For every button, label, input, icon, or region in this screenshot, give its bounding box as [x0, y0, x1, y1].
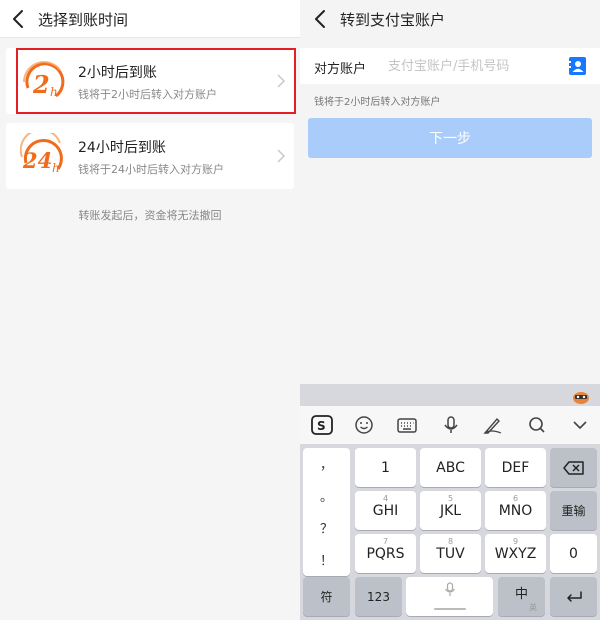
key-label: MNO	[498, 502, 533, 519]
irrevocable-note: 转账发起后，资金将无法撤回	[78, 209, 222, 222]
backspace-icon	[562, 460, 584, 475]
back-icon[interactable]	[8, 7, 30, 31]
mascot-icon	[573, 392, 589, 404]
keyboard-toolbar: S	[300, 406, 600, 444]
soft-keyboard: S ， 。 ？ ！ 1 ABC DEF 4 GHI 5 JKL 6 MNO 重输…	[300, 384, 600, 620]
key-label: TUV	[436, 545, 465, 562]
page-title: 选择到账时间	[38, 11, 129, 29]
keyboard-keys: ， 。 ？ ！ 1 ABC DEF 4 GHI 5 JKL 6 MNO 重输 7…	[300, 444, 600, 620]
space-key[interactable]	[406, 577, 493, 616]
option-title: 2小时后到账	[78, 65, 157, 81]
search-icon[interactable]	[525, 413, 549, 437]
svg-text:2: 2	[32, 70, 50, 99]
emoji-icon[interactable]	[352, 413, 376, 437]
sogou-icon[interactable]: S	[310, 413, 334, 437]
key-9[interactable]: 9 WXYZ	[485, 534, 546, 573]
arrival-hint: 钱将于2小时后转入对方账户	[314, 97, 441, 108]
punct-question[interactable]: ？	[303, 518, 350, 537]
return-key[interactable]	[550, 577, 597, 616]
key-2[interactable]: ABC	[420, 448, 481, 487]
microphone-icon[interactable]	[439, 413, 463, 437]
key-digit: 7	[382, 537, 389, 546]
symbols-key[interactable]: 符	[303, 577, 350, 616]
key-digit: 9	[512, 537, 519, 546]
return-icon	[566, 590, 582, 602]
language-toggle-key[interactable]: 中 英	[498, 577, 545, 616]
chevron-right-icon	[277, 74, 286, 88]
punct-exclaim[interactable]: ！	[303, 550, 350, 569]
key-4[interactable]: 4 GHI	[355, 491, 416, 530]
key-8[interactable]: 8 TUV	[420, 534, 481, 573]
key-label: PQRS	[366, 545, 405, 562]
backspace-key[interactable]	[550, 448, 597, 487]
key-digit: 5	[447, 494, 454, 503]
key-5[interactable]: 5 JKL	[420, 491, 481, 530]
back-icon[interactable]	[310, 7, 332, 31]
svg-text:h: h	[50, 85, 58, 99]
key-label: DEF	[501, 459, 530, 476]
space-bar-indicator	[434, 608, 466, 610]
handwriting-icon[interactable]	[481, 413, 505, 437]
chevron-right-icon	[277, 149, 286, 163]
svg-text:h: h	[52, 161, 60, 175]
clock-2h-icon: 2 h	[23, 61, 65, 99]
punct-period[interactable]: 。	[303, 486, 350, 505]
key-1[interactable]: 1	[355, 448, 416, 487]
punct-comma[interactable]: ，	[303, 454, 350, 473]
keyboard-icon[interactable]	[395, 413, 419, 437]
svg-text:24: 24	[22, 148, 52, 173]
reenter-key[interactable]: 重输	[550, 491, 597, 530]
contact-book-icon[interactable]	[569, 57, 586, 75]
key-label: GHI	[372, 502, 399, 519]
svg-text:S: S	[317, 419, 326, 433]
numbers-key[interactable]: 123	[355, 577, 402, 616]
clock-24h-icon: 24 h	[20, 133, 63, 175]
option-subtitle: 钱将于2小时后转入对方账户	[78, 88, 217, 101]
key-digit: 8	[447, 537, 454, 546]
key-digit: 6	[512, 494, 519, 503]
key-0[interactable]: 0	[550, 534, 597, 573]
key-label: 符	[320, 590, 333, 604]
key-label: JKL	[439, 502, 462, 519]
option-2h[interactable]: 2 h 2小时后到账 钱将于2小时后转入对方账户	[6, 48, 294, 114]
nav-bar: 选择到账时间	[0, 0, 300, 38]
key-label: 重输	[561, 504, 586, 518]
key-label: 1	[381, 459, 390, 476]
key-6[interactable]: 6 MNO	[485, 491, 546, 530]
option-subtitle: 钱将于24小时后转入对方账户	[78, 163, 224, 176]
account-label: 对方账户	[314, 62, 367, 77]
option-title: 24小时后到账	[78, 140, 166, 156]
account-row: 对方账户	[300, 48, 600, 84]
punctuation-column[interactable]: ， 。 ？ ！	[303, 448, 350, 576]
nav-bar: 转到支付宝账户	[300, 0, 600, 38]
next-button[interactable]: 下一步	[308, 118, 592, 158]
key-digit: 4	[382, 494, 389, 503]
key-label: 0	[569, 545, 578, 562]
key-sub-label: 英	[529, 603, 537, 612]
key-label: WXYZ	[494, 545, 537, 562]
key-label: 123	[367, 589, 390, 604]
page-title: 转到支付宝账户	[340, 11, 446, 29]
chevron-down-icon[interactable]	[568, 413, 592, 437]
key-label: ABC	[436, 459, 465, 476]
option-24h[interactable]: 24 h 24小时后到账 钱将于24小时后转入对方账户	[6, 123, 294, 189]
key-label: 中	[514, 587, 528, 602]
microphone-icon	[445, 582, 455, 596]
right-screen: 转到支付宝账户 对方账户 钱将于2小时后转入对方账户 下一步 S	[300, 0, 600, 620]
account-input[interactable]	[388, 54, 563, 78]
left-screen: 选择到账时间 2 h 2小时后到账 钱将于2小时后转入对方账户 24 h 24小…	[0, 0, 300, 620]
key-7[interactable]: 2 7 PQRS	[355, 534, 416, 573]
key-3[interactable]: DEF	[485, 448, 546, 487]
